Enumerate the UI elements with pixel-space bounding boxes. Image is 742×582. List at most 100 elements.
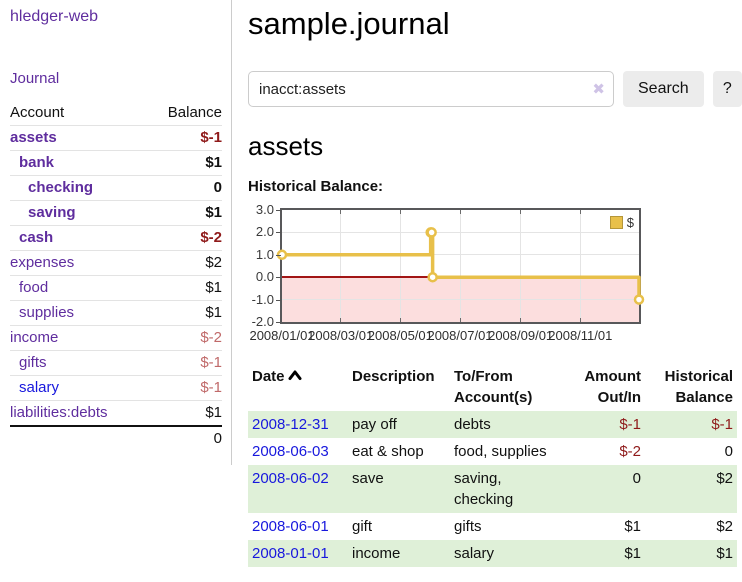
account-row: expenses $2 <box>10 251 222 276</box>
account-link[interactable]: bank <box>19 154 54 171</box>
search-input[interactable] <box>248 71 614 107</box>
register-body: 2008-12-31pay offdebts$-1$-12008-06-03ea… <box>248 411 737 567</box>
balance-chart: 3.02.01.00.0-1.0-2.0 $ 2008/01/012008/03… <box>248 201 742 349</box>
column-header-date[interactable]: Date <box>248 363 348 411</box>
transaction-amount: $-2 <box>564 438 645 465</box>
transaction-accounts: salary <box>450 540 564 567</box>
legend-label: $ <box>627 215 634 230</box>
clear-search-icon[interactable]: ✖ <box>592 80 605 98</box>
x-tick-label: 2008/09/01 <box>488 328 553 343</box>
y-tick-label: -1.0 <box>248 292 274 308</box>
accounts-table: Account Balance assets$-1bank$1checking0… <box>10 102 222 451</box>
transaction-date-link[interactable]: 2008-06-02 <box>252 470 329 487</box>
transaction-row: 2008-01-01incomesalary$1$1 <box>248 540 737 567</box>
transaction-row: 2008-06-01giftgifts$1$2 <box>248 513 737 540</box>
x-tick-label: 2008/03/01 <box>308 328 373 343</box>
account-balance: $-1 <box>146 376 222 401</box>
x-tick-label: 2008/05/01 <box>368 328 433 343</box>
transaction-row: 2008-12-31pay offdebts$-1$-1 <box>248 411 737 438</box>
sidebar: hledger-web Journal Account Balance asse… <box>0 0 232 465</box>
accounts-header-account: Account <box>10 102 146 126</box>
account-link[interactable]: checking <box>28 179 93 196</box>
account-link[interactable]: income <box>10 329 58 346</box>
accounts-header-balance: Balance <box>146 102 222 126</box>
x-tick-label: 2008/07/01 <box>427 328 492 343</box>
app-brand-link[interactable]: hledger-web <box>10 8 231 26</box>
account-link[interactable]: food <box>19 279 48 296</box>
y-tick-label: 0.0 <box>248 269 274 285</box>
account-balance: $1 <box>146 276 222 301</box>
account-link[interactable]: gifts <box>19 354 47 371</box>
column-header-balance[interactable]: Historical Balance <box>645 363 737 411</box>
main-content: sample.journal ✖ Search ? assets Histori… <box>248 0 742 567</box>
sort-ascending-icon <box>288 370 302 381</box>
account-row: checking0 <box>10 176 222 201</box>
column-header-amount[interactable]: Amount Out/In <box>564 363 645 411</box>
transaction-amount: $1 <box>564 540 645 567</box>
page-title: sample.journal <box>248 6 742 42</box>
transaction-amount: 0 <box>564 465 645 513</box>
transaction-balance: $1 <box>645 540 737 567</box>
account-link[interactable]: salary <box>19 379 59 396</box>
column-header-accounts[interactable]: To/From Account(s) <box>450 363 564 411</box>
transaction-date-link[interactable]: 2008-06-01 <box>252 518 329 535</box>
account-link[interactable]: assets <box>10 129 57 146</box>
account-link[interactable]: cash <box>19 229 53 246</box>
account-link[interactable]: expenses <box>10 254 74 271</box>
account-row: assets $-1 <box>10 126 222 151</box>
chart-plot[interactable]: $ <box>280 208 641 324</box>
transaction-date-link[interactable]: 2008-06-03 <box>252 443 329 460</box>
search-button[interactable]: Search <box>623 71 704 107</box>
account-balance: $-2 <box>146 226 222 251</box>
account-row: supplies$1 <box>10 301 222 326</box>
account-balance: $-2 <box>146 326 222 351</box>
x-tick-label: 2008/11/01 <box>548 328 612 343</box>
transaction-row: 2008-06-02savesaving, checking0$2 <box>248 465 737 513</box>
register-header-row: Date Description To/From Account(s) Amou… <box>248 363 737 411</box>
transaction-description: eat & shop <box>348 438 450 465</box>
account-row: gifts $-1 <box>10 351 222 376</box>
y-tick-mark <box>276 322 281 323</box>
nav-journal-link[interactable]: Journal <box>10 70 231 87</box>
account-link[interactable]: supplies <box>19 304 74 321</box>
account-link[interactable]: saving <box>28 204 76 221</box>
data-point-marker <box>429 273 437 281</box>
accounts-body: assets$-1bank$1checking0saving$1cash$-2e… <box>10 126 222 427</box>
account-balance: $1 <box>146 401 222 427</box>
transaction-date-link[interactable]: 2008-12-31 <box>252 416 329 433</box>
x-tick-label: 2008/01/01 <box>249 328 314 343</box>
account-row: bank $1 <box>10 151 222 176</box>
transaction-description: income <box>348 540 450 567</box>
balance-line <box>282 210 639 322</box>
transaction-description: save <box>348 465 450 513</box>
y-tick-mark <box>276 210 281 211</box>
column-header-description[interactable]: Description <box>348 363 450 411</box>
account-balance: $2 <box>146 251 222 276</box>
accounts-total-balance: 0 <box>146 426 222 451</box>
account-balance: $-1 <box>146 351 222 376</box>
transaction-balance: $-1 <box>645 411 737 438</box>
y-tick-label: 3.0 <box>248 202 274 218</box>
account-balance: $1 <box>146 151 222 176</box>
y-tick-mark <box>276 277 281 278</box>
account-row: liabilities:debts $1 <box>10 401 222 427</box>
search-bar: ✖ Search ? <box>248 71 742 107</box>
transaction-description: pay off <box>348 411 450 438</box>
transaction-accounts: gifts <box>450 513 564 540</box>
account-row: salary $-1 <box>10 376 222 401</box>
transaction-description: gift <box>348 513 450 540</box>
help-button[interactable]: ? <box>713 71 742 107</box>
y-tick-label: 1.0 <box>248 247 274 263</box>
y-tick-mark <box>276 255 281 256</box>
date-header-label: Date <box>252 368 285 385</box>
accounts-total-row: 0 <box>10 426 222 451</box>
transaction-amount: $-1 <box>564 411 645 438</box>
transaction-accounts: food, supplies <box>450 438 564 465</box>
transaction-row: 2008-06-03eat & shopfood, supplies$-20 <box>248 438 737 465</box>
account-balance: $-1 <box>146 126 222 151</box>
legend-swatch-icon <box>610 216 623 229</box>
account-balance: $1 <box>146 201 222 226</box>
data-point-marker <box>635 296 643 304</box>
transaction-date-link[interactable]: 2008-01-01 <box>252 545 329 562</box>
account-link[interactable]: liabilities:debts <box>10 404 108 421</box>
